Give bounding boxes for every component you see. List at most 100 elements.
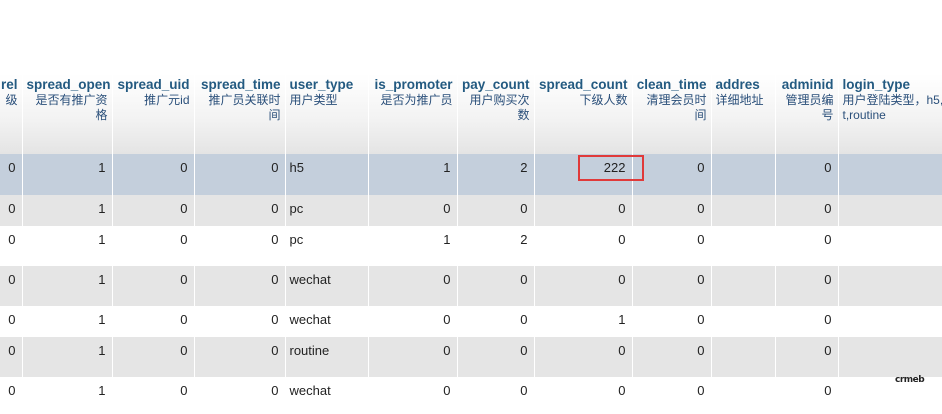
cell-adminid[interactable]: 0 xyxy=(775,377,839,408)
column-header-spread-time[interactable]: spread_time 推广员关联时间 xyxy=(194,74,286,154)
cell-is-promoter[interactable]: 1 xyxy=(368,154,458,195)
cell-spread-open[interactable]: 1 xyxy=(22,195,113,226)
cell-spread-count[interactable]: 0 xyxy=(534,266,633,306)
cell-spread-time[interactable]: 0 xyxy=(194,377,286,408)
table-row[interactable]: 0 1 0 0 wechat 0 0 1 0 0 xyxy=(0,306,942,337)
cell-user-type[interactable]: wechat xyxy=(285,377,369,408)
cell-addres[interactable] xyxy=(711,195,776,226)
cell-spread-count[interactable]: 0 xyxy=(534,195,633,226)
column-header-is-promoter[interactable]: is_promoter 是否为推广员 xyxy=(368,74,458,154)
cell-spread-count[interactable]: 222 xyxy=(534,154,633,195)
cell-is-promoter[interactable]: 0 xyxy=(368,195,458,226)
cell-spread-uid[interactable]: 0 xyxy=(112,337,195,377)
column-name[interactable]: spread_time xyxy=(199,77,281,92)
cell-addres[interactable] xyxy=(711,266,776,306)
cell-clean-time[interactable]: 0 xyxy=(632,266,712,306)
cell-spread-uid[interactable]: 0 xyxy=(112,154,195,195)
cell-login-type[interactable] xyxy=(838,226,942,266)
cell-login-type[interactable] xyxy=(838,154,942,195)
cell-clean-time[interactable]: 0 xyxy=(632,154,712,195)
column-header-spread-open[interactable]: spread_open 是否有推广资格 xyxy=(22,74,113,154)
cell-user-type[interactable]: pc xyxy=(285,195,369,226)
column-header-rel[interactable]: rel 级 xyxy=(0,74,23,154)
cell-pay-count[interactable]: 0 xyxy=(457,337,535,377)
column-name[interactable]: rel xyxy=(0,77,18,92)
column-header-user-type[interactable]: user_type 用户类型 xyxy=(285,74,369,154)
cell-rel[interactable]: 0 xyxy=(0,154,23,195)
column-header-login-type[interactable]: login_type用户登陆类型，h5,wechat,routine xyxy=(838,74,942,154)
table-row[interactable]: 0 1 0 0 routine 0 0 0 0 0 xyxy=(0,337,942,377)
cell-spread-time[interactable]: 0 xyxy=(194,266,286,306)
cell-user-type[interactable]: h5 xyxy=(285,154,369,195)
column-name[interactable]: login_type xyxy=(843,77,942,92)
column-name[interactable]: is_promoter xyxy=(373,77,452,92)
cell-spread-time[interactable]: 0 xyxy=(194,306,286,337)
cell-spread-uid[interactable]: 0 xyxy=(112,377,195,408)
cell-login-type[interactable] xyxy=(838,337,942,377)
cell-adminid[interactable]: 0 xyxy=(775,306,839,337)
cell-clean-time[interactable]: 0 xyxy=(632,306,712,337)
table-row[interactable]: 0 1 0 0 pc 0 0 0 0 0 xyxy=(0,195,942,226)
cell-adminid[interactable]: 0 xyxy=(775,266,839,306)
cell-pay-count[interactable]: 2 xyxy=(457,226,535,266)
table-row[interactable]: 0 1 0 0 h5 1 2 222 0 0 xyxy=(0,154,942,195)
cell-adminid[interactable]: 0 xyxy=(775,337,839,377)
cell-pay-count[interactable]: 0 xyxy=(457,306,535,337)
cell-pay-count[interactable]: 0 xyxy=(457,377,535,408)
table-row[interactable]: 0 1 0 0 wechat 0 0 0 0 0 xyxy=(0,377,942,408)
cell-adminid[interactable]: 0 xyxy=(775,195,839,226)
cell-spread-count[interactable]: 0 xyxy=(534,377,633,408)
cell-login-type[interactable] xyxy=(838,266,942,306)
table-row[interactable]: 0 1 0 0 pc 1 2 0 0 0 xyxy=(0,226,942,266)
column-name[interactable]: spread_uid xyxy=(117,77,189,92)
cell-pay-count[interactable]: 2 xyxy=(457,154,535,195)
cell-spread-uid[interactable]: 0 xyxy=(112,226,195,266)
cell-user-type[interactable]: routine xyxy=(285,337,369,377)
cell-spread-count[interactable]: 1 xyxy=(534,306,633,337)
cell-addres[interactable] xyxy=(711,306,776,337)
cell-adminid[interactable]: 0 xyxy=(775,226,839,266)
cell-spread-time[interactable]: 0 xyxy=(194,337,286,377)
cell-clean-time[interactable]: 0 xyxy=(632,195,712,226)
cell-login-type[interactable] xyxy=(838,195,942,226)
column-name[interactable]: adminid xyxy=(780,77,834,92)
cell-clean-time[interactable]: 0 xyxy=(632,337,712,377)
cell-is-promoter[interactable]: 1 xyxy=(368,226,458,266)
cell-addres[interactable] xyxy=(711,226,776,266)
cell-adminid[interactable]: 0 xyxy=(775,154,839,195)
column-name[interactable]: addres xyxy=(716,77,771,92)
cell-rel[interactable]: 0 xyxy=(0,226,23,266)
cell-rel[interactable]: 0 xyxy=(0,266,23,306)
cell-pay-count[interactable]: 0 xyxy=(457,266,535,306)
cell-rel[interactable]: 0 xyxy=(0,195,23,226)
cell-addres[interactable] xyxy=(711,377,776,408)
cell-spread-open[interactable]: 1 xyxy=(22,337,113,377)
column-header-pay-count[interactable]: pay_count 用户购买次数 xyxy=(457,74,535,154)
cell-is-promoter[interactable]: 0 xyxy=(368,306,458,337)
cell-rel[interactable]: 0 xyxy=(0,377,23,408)
cell-is-promoter[interactable]: 0 xyxy=(368,337,458,377)
cell-addres[interactable] xyxy=(711,154,776,195)
cell-spread-time[interactable]: 0 xyxy=(194,195,286,226)
cell-pay-count[interactable]: 0 xyxy=(457,195,535,226)
cell-spread-time[interactable]: 0 xyxy=(194,154,286,195)
column-name[interactable]: spread_open xyxy=(27,77,111,92)
cell-login-type[interactable] xyxy=(838,377,942,408)
column-name[interactable]: user_type xyxy=(290,77,364,92)
cell-clean-time[interactable]: 0 xyxy=(632,226,712,266)
cell-spread-time[interactable]: 0 xyxy=(194,226,286,266)
cell-rel[interactable]: 0 xyxy=(0,306,23,337)
cell-clean-time[interactable]: 0 xyxy=(632,377,712,408)
cell-spread-uid[interactable]: 0 xyxy=(112,195,195,226)
column-name[interactable]: pay_count xyxy=(462,77,530,92)
cell-rel[interactable]: 0 xyxy=(0,337,23,377)
column-header-addres[interactable]: addres 详细地址 xyxy=(711,74,776,154)
cell-spread-open[interactable]: 1 xyxy=(22,377,113,408)
cell-spread-open[interactable]: 1 xyxy=(22,306,113,337)
cell-user-type[interactable]: pc xyxy=(285,226,369,266)
cell-user-type[interactable]: wechat xyxy=(285,306,369,337)
cell-spread-count[interactable]: 0 xyxy=(534,337,633,377)
cell-spread-open[interactable]: 1 xyxy=(22,154,113,195)
cell-spread-uid[interactable]: 0 xyxy=(112,266,195,306)
cell-is-promoter[interactable]: 0 xyxy=(368,266,458,306)
